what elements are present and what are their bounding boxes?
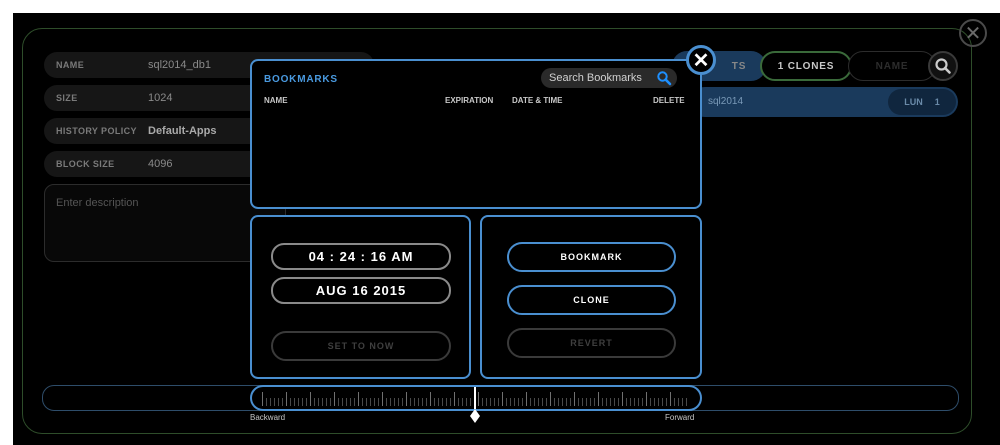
lun-label: LUN [904,97,923,107]
timeline-cursor[interactable] [474,387,476,409]
time-field[interactable]: 04 : 24 : 16 AM [271,243,451,270]
bookmarks-panel: BOOKMARKS Search Bookmarks NAME EXPIRATI… [250,59,702,209]
lun-value: 1 [934,97,940,107]
tab-name-filter[interactable]: NAME [848,51,936,81]
bookmarks-col-expiration: EXPIRATION [445,96,494,105]
bookmarks-col-name: NAME [264,96,288,105]
right-search-button[interactable] [928,51,958,81]
bookmarks-col-delete: DELETE [653,96,685,105]
tab-name-filter-label: NAME [875,60,909,72]
bookmark-button[interactable]: BOOKMARK [507,242,676,272]
revert-button[interactable]: REVERT [507,328,676,358]
description-placeholder: Enter description [56,197,139,209]
name-label: NAME [56,60,85,70]
tab-snapshots-label: TS [731,60,747,72]
date-field[interactable]: AUG 16 2015 [271,277,451,304]
search-icon[interactable] [656,70,672,86]
bookmarks-search-placeholder: Search Bookmarks [549,72,642,84]
block-size-value: 4096 [148,158,173,170]
name-value: sql2014_db1 [148,59,212,71]
timeline-backward-label: Backward [250,413,286,422]
outer-close-icon[interactable]: ✕ [959,19,987,47]
tab-clones[interactable]: 1 CLONES [760,51,852,81]
size-value: 1024 [148,92,173,104]
set-to-now-button[interactable]: SET TO NOW [271,331,451,361]
lun-badge: LUN 1 [888,89,956,115]
clone-button[interactable]: CLONE [507,285,676,315]
close-icon[interactable]: ✕ [686,45,716,75]
search-icon [935,58,951,74]
block-size-label: BLOCK SIZE [56,159,115,169]
history-policy-value: Default-Apps [148,125,217,137]
bookmarks-title: BOOKMARKS [264,74,338,85]
lun-row-name: sql2014 [708,96,744,107]
timeline-handle-icon[interactable] [470,409,480,423]
timeline-slider[interactable] [250,385,702,411]
timeline-forward-label: Forward [665,413,695,422]
bookmarks-col-date-time: DATE & TIME [512,96,563,105]
timeline-ticks [262,392,690,407]
time-panel: 04 : 24 : 16 AM AUG 16 2015 SET TO NOW [250,215,471,379]
history-policy-label: HISTORY POLICY [56,126,137,136]
size-label: SIZE [56,93,78,103]
lun-row[interactable]: sql2014 LUN 1 [690,87,958,117]
actions-panel: BOOKMARK CLONE REVERT [480,215,702,379]
tab-clones-label: 1 CLONES [777,60,835,72]
